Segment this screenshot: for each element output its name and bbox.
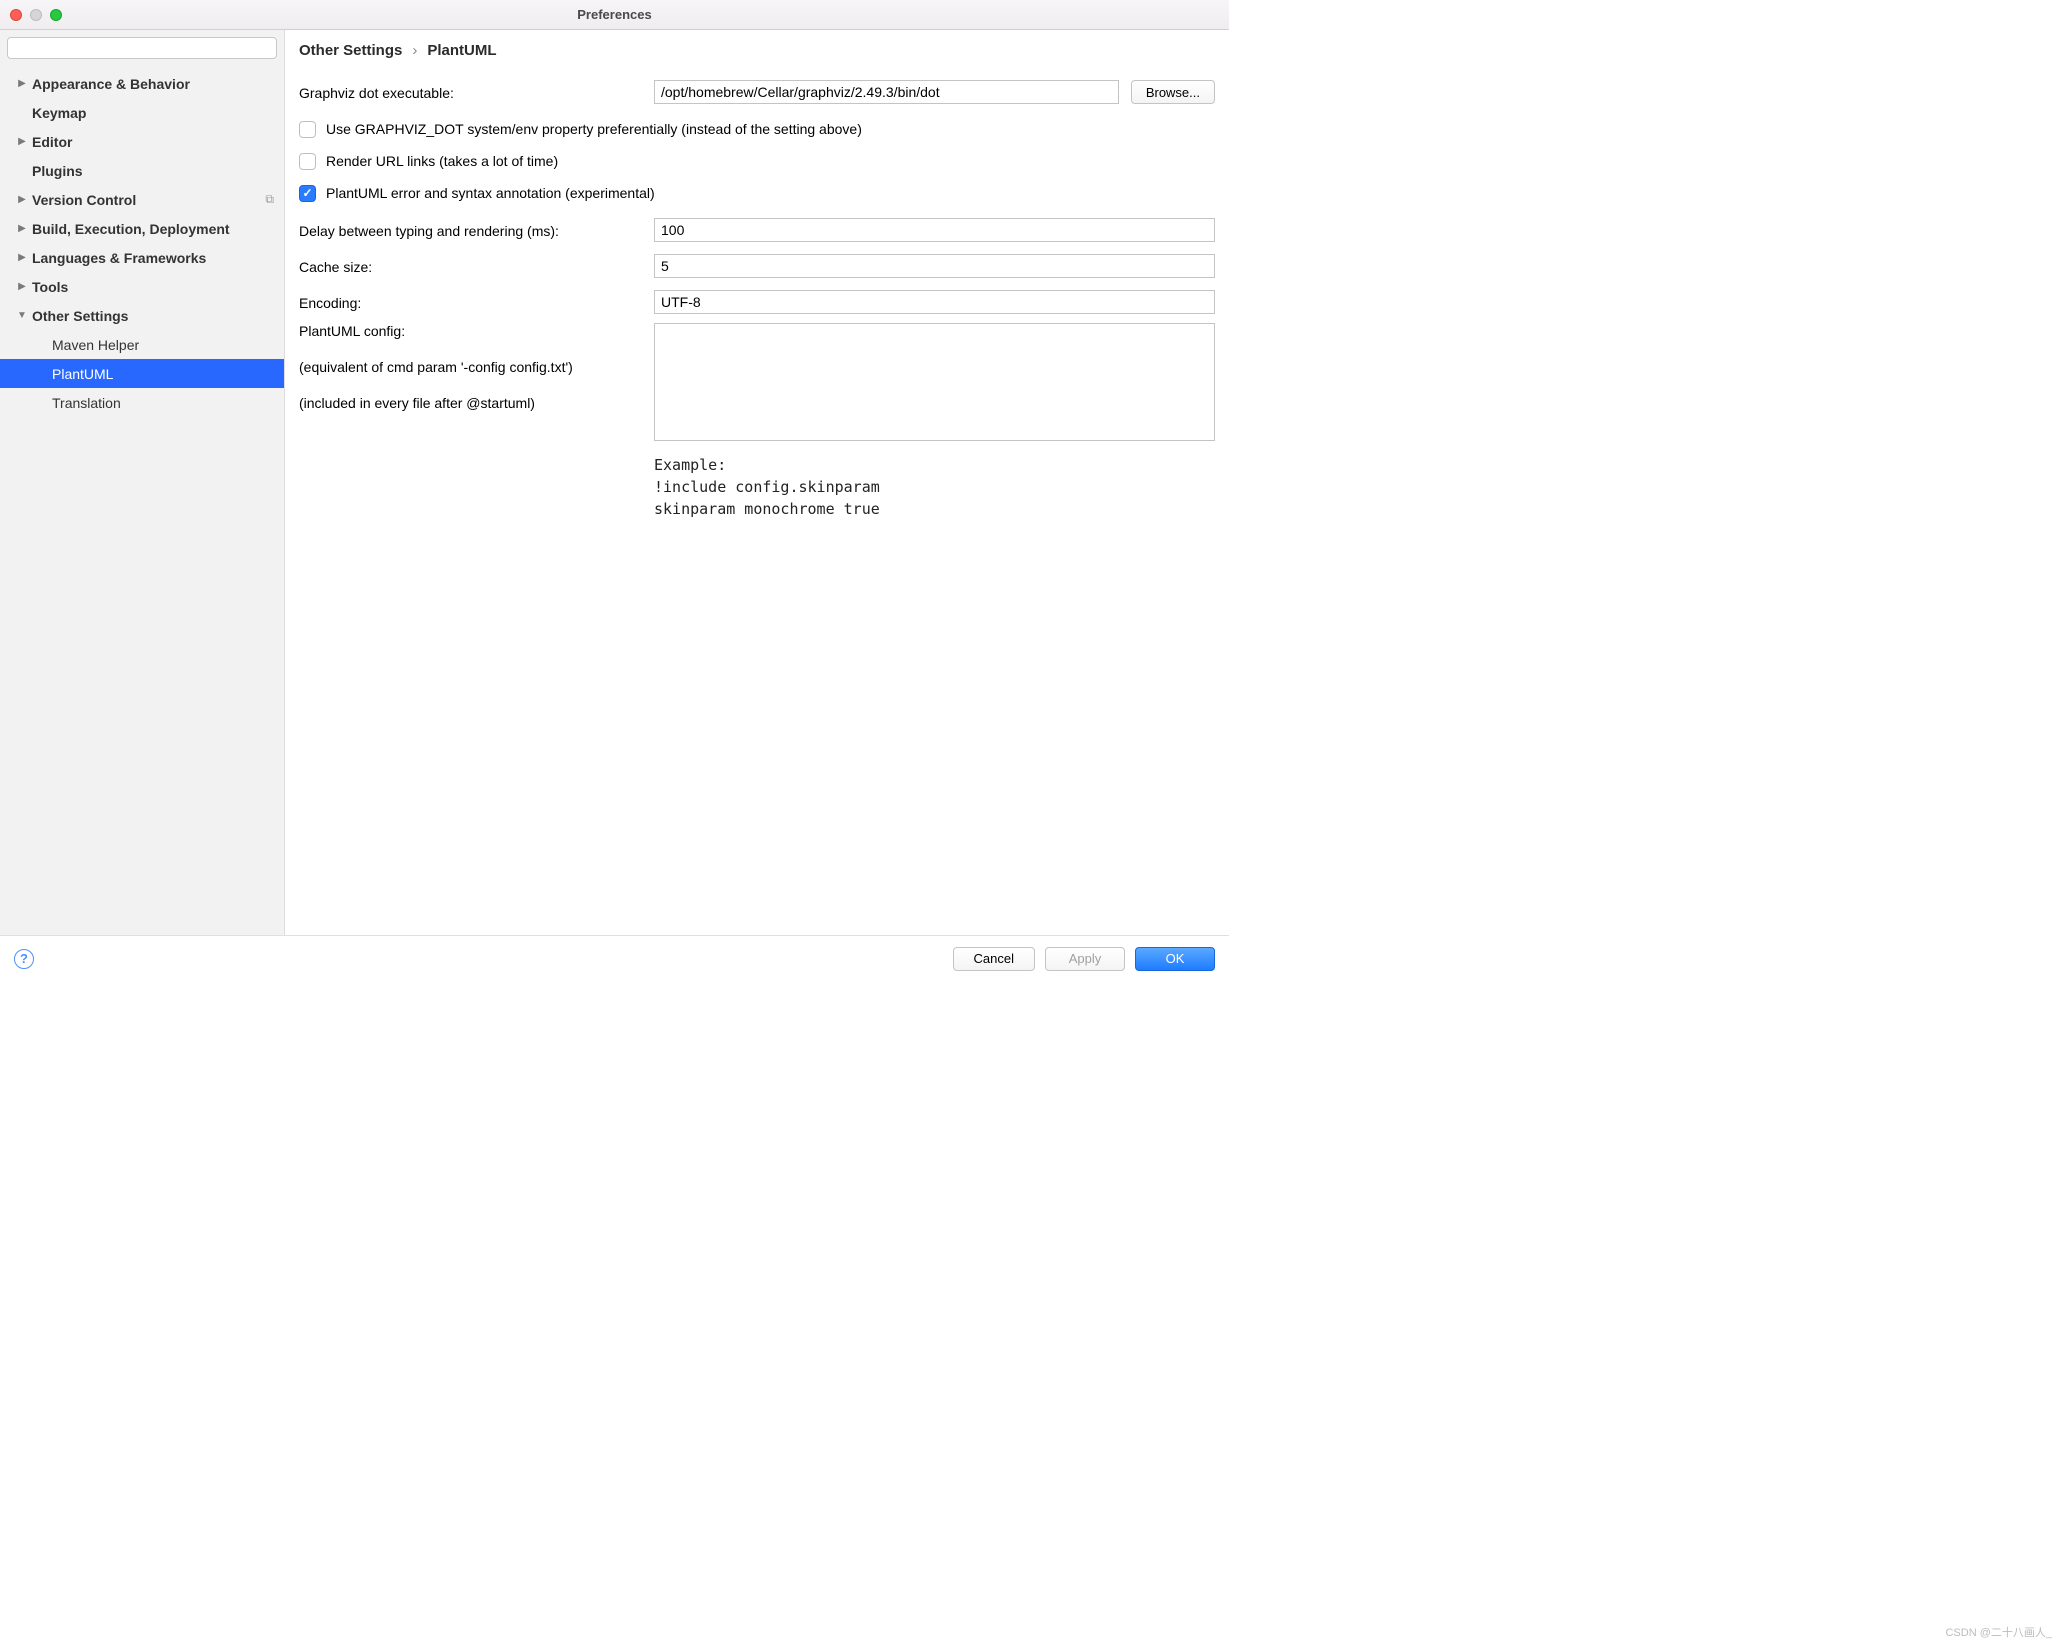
sidebar-item-maven-helper[interactable]: Maven Helper xyxy=(0,330,284,359)
plantuml-config-sub1: (equivalent of cmd param '-config config… xyxy=(299,359,654,375)
syntax-annotation-label: PlantUML error and syntax annotation (ex… xyxy=(326,185,655,201)
sidebar-item-tools[interactable]: ▶Tools xyxy=(0,272,284,301)
render-url-label: Render URL links (takes a lot of time) xyxy=(326,153,558,169)
ok-button[interactable]: OK xyxy=(1135,947,1215,971)
sidebar-item-plugins[interactable]: Plugins xyxy=(0,156,284,185)
breadcrumb: Other Settings › PlantUML xyxy=(299,42,1215,59)
breadcrumb-parent[interactable]: Other Settings xyxy=(299,42,402,59)
syntax-annotation-checkbox[interactable] xyxy=(299,185,316,202)
main-panel: Other Settings › PlantUML Graphviz dot e… xyxy=(285,30,1229,935)
encoding-label: Encoding: xyxy=(299,293,654,311)
chevron-right-icon: ▶ xyxy=(16,136,28,147)
sidebar-item-appearance-behavior[interactable]: ▶Appearance & Behavior xyxy=(0,69,284,98)
sidebar-item-keymap[interactable]: Keymap xyxy=(0,98,284,127)
breadcrumb-current: PlantUML xyxy=(427,42,496,59)
apply-button[interactable]: Apply xyxy=(1045,947,1125,971)
cache-size-label: Cache size: xyxy=(299,257,654,275)
sidebar: ▾ ▶Appearance & Behavior Keymap ▶Editor … xyxy=(0,30,285,935)
cancel-button[interactable]: Cancel xyxy=(953,947,1035,971)
delay-label: Delay between typing and rendering (ms): xyxy=(299,221,654,239)
sidebar-item-editor[interactable]: ▶Editor xyxy=(0,127,284,156)
help-icon[interactable]: ? xyxy=(14,949,34,969)
footer: ? Cancel Apply OK xyxy=(0,935,1229,981)
chevron-right-icon: ▶ xyxy=(16,78,28,89)
use-env-checkbox[interactable] xyxy=(299,121,316,138)
search-input[interactable] xyxy=(7,37,277,59)
encoding-input[interactable] xyxy=(654,290,1215,314)
chevron-right-icon: ▶ xyxy=(16,194,28,205)
sidebar-item-version-control[interactable]: ▶Version Control⧉ xyxy=(0,185,284,214)
plantuml-config-sub2: (included in every file after @startuml) xyxy=(299,395,654,411)
titlebar: Preferences xyxy=(0,0,1229,30)
sidebar-item-languages-frameworks[interactable]: ▶Languages & Frameworks xyxy=(0,243,284,272)
graphviz-label: Graphviz dot executable: xyxy=(299,83,654,101)
chevron-right-icon: ▶ xyxy=(16,281,28,292)
settings-tree: ▶Appearance & Behavior Keymap ▶Editor Pl… xyxy=(0,66,284,935)
sidebar-item-translation[interactable]: Translation xyxy=(0,388,284,417)
render-url-checkbox[interactable] xyxy=(299,153,316,170)
graphviz-path-input[interactable] xyxy=(654,80,1119,104)
chevron-right-icon: ▶ xyxy=(16,252,28,263)
browse-button[interactable]: Browse... xyxy=(1131,80,1215,104)
chevron-right-icon: › xyxy=(412,42,417,59)
use-env-label: Use GRAPHVIZ_DOT system/env property pre… xyxy=(326,121,862,137)
window-title: Preferences xyxy=(0,7,1229,22)
watermark: CSDN @二十八画人_ xyxy=(1945,1624,2052,1640)
sidebar-item-build-execution-deployment[interactable]: ▶Build, Execution, Deployment xyxy=(0,214,284,243)
cache-size-input[interactable] xyxy=(654,254,1215,278)
chevron-right-icon: ▶ xyxy=(16,223,28,234)
plantuml-config-textarea[interactable] xyxy=(654,323,1215,441)
project-profile-icon: ⧉ xyxy=(265,192,274,207)
sidebar-item-plantuml[interactable]: PlantUML xyxy=(0,359,284,388)
delay-input[interactable] xyxy=(654,218,1215,242)
chevron-down-icon: ▼ xyxy=(16,310,28,321)
sidebar-item-other-settings[interactable]: ▼Other Settings xyxy=(0,301,284,330)
plantuml-config-label: PlantUML config: xyxy=(299,323,654,339)
config-example-text: Example: !include config.skinparam skinp… xyxy=(654,455,1215,520)
